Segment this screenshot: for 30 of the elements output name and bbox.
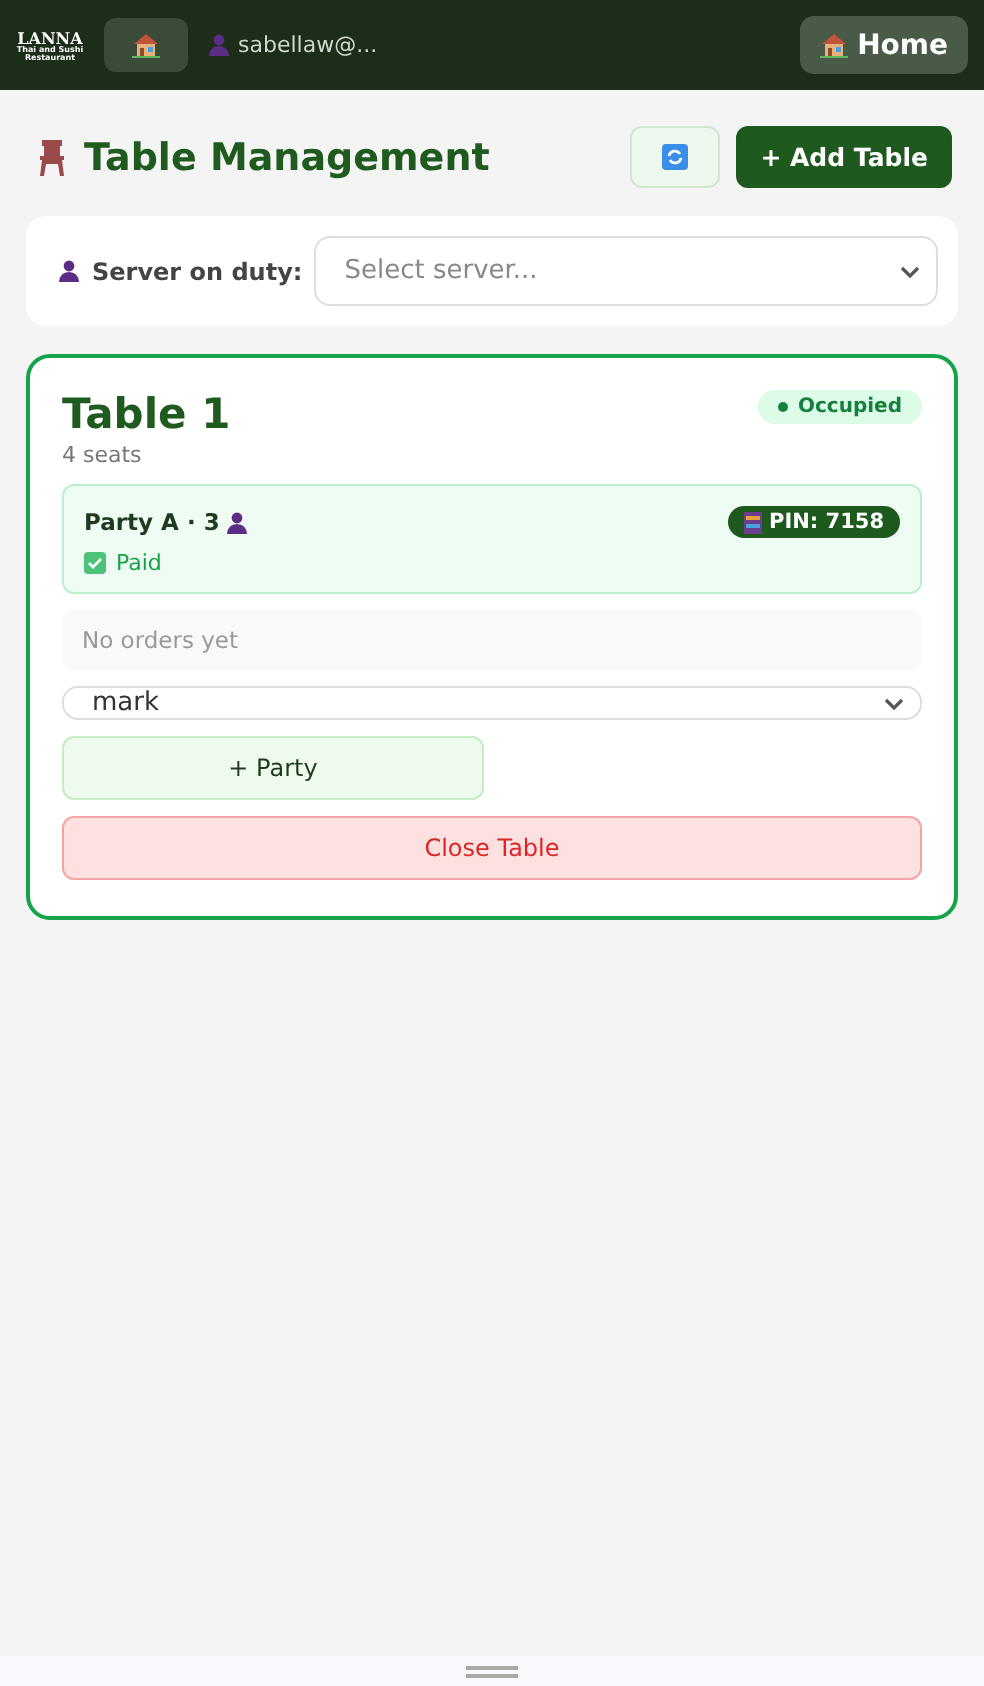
home-button[interactable]: Home [799, 16, 968, 74]
chevron-down-icon [884, 697, 904, 709]
person-icon [208, 34, 230, 56]
orders-empty-message: No orders yet [62, 610, 922, 670]
chair-icon [36, 137, 68, 177]
pin-badge: PIN: 7158 [727, 506, 900, 538]
person-icon [58, 260, 80, 282]
person-icon [225, 511, 248, 533]
party-name: Party A · 3 [84, 508, 220, 536]
abacus-icon [743, 511, 762, 533]
home-icon-button[interactable] [104, 18, 188, 72]
table-name: Table 1 [62, 390, 231, 438]
page-title: Table Management [84, 135, 492, 179]
drag-handle-icon[interactable] [466, 1665, 518, 1677]
chevron-down-icon [900, 265, 920, 277]
status-dot [777, 401, 788, 412]
table-server-select[interactable]: mark [62, 686, 922, 720]
payment-status: Paid [116, 550, 162, 576]
status-badge: Occupied [757, 390, 922, 424]
refresh-button[interactable] [630, 126, 721, 188]
refresh-icon [662, 144, 689, 170]
seat-count: 4 seats [62, 442, 144, 468]
add-table-button[interactable]: + Add Table [736, 126, 952, 188]
house-icon [819, 32, 848, 58]
server-label: Server on duty: [92, 257, 303, 285]
server-select[interactable]: Select server... [314, 236, 938, 306]
close-table-button[interactable]: Close Table [62, 816, 922, 880]
house-icon [132, 32, 160, 58]
user-email: sabellaw@... [238, 32, 378, 58]
add-party-button[interactable]: + Party [62, 736, 484, 800]
